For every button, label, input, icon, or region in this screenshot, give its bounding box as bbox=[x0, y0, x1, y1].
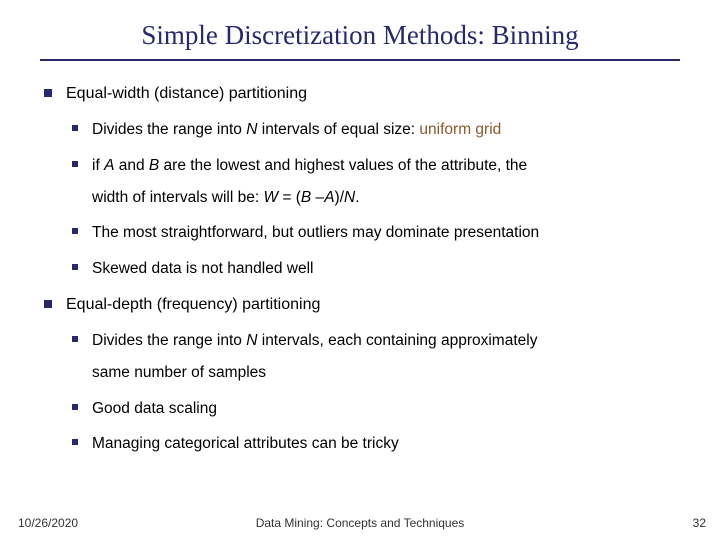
bullet-item: Good data scaling bbox=[66, 398, 680, 420]
section-heading: Equal-depth (frequency) partitioning bbox=[66, 296, 320, 313]
slide-content: Equal-width (distance) partitioning Divi… bbox=[40, 83, 680, 455]
bullet-item: if A and B are the lowest and highest va… bbox=[66, 155, 680, 208]
section-heading: Equal-width (distance) partitioning bbox=[66, 85, 307, 102]
continuation-line: width of intervals will be: W = (B –A)/N… bbox=[92, 187, 680, 209]
text: – bbox=[311, 189, 324, 206]
section-equal-width: Equal-width (distance) partitioning Divi… bbox=[40, 83, 680, 280]
italic-text: A bbox=[104, 157, 114, 174]
text: )/ bbox=[335, 189, 344, 206]
bullet-list-lvl1: Equal-width (distance) partitioning Divi… bbox=[40, 83, 680, 455]
text: intervals, each containing approximately bbox=[257, 332, 537, 349]
bullet-item: Skewed data is not handled well bbox=[66, 258, 680, 280]
text: if bbox=[92, 157, 104, 174]
footer-center: Data Mining: Concepts and Techniques bbox=[0, 516, 720, 530]
bullet-item: Managing categorical attributes can be t… bbox=[66, 433, 680, 455]
text: Divides the range into bbox=[92, 121, 246, 138]
bullet-item: The most straightforward, but outliers m… bbox=[66, 222, 680, 244]
italic-text: W bbox=[263, 189, 278, 206]
italic-text: A bbox=[324, 189, 334, 206]
italic-text: N bbox=[344, 189, 355, 206]
text: . bbox=[355, 189, 359, 206]
text: are the lowest and highest values of the… bbox=[159, 157, 527, 174]
italic-text: N bbox=[246, 121, 257, 138]
bullet-item: Divides the range into N intervals, each… bbox=[66, 330, 680, 383]
slide: Simple Discretization Methods: Binning E… bbox=[0, 0, 720, 540]
italic-text: N bbox=[246, 332, 257, 349]
text: width of intervals will be: bbox=[92, 189, 263, 206]
footer-page-number: 32 bbox=[693, 516, 706, 530]
italic-text: B bbox=[301, 189, 311, 206]
highlight-text: uniform grid bbox=[419, 121, 501, 138]
text: Divides the range into bbox=[92, 332, 246, 349]
text: intervals of equal size: bbox=[257, 121, 419, 138]
text: and bbox=[114, 157, 148, 174]
bullet-list-lvl2: Divides the range into N intervals of eq… bbox=[66, 119, 680, 279]
text: = ( bbox=[278, 189, 301, 206]
continuation-line: same number of samples bbox=[92, 362, 680, 384]
bullet-item: Divides the range into N intervals of eq… bbox=[66, 119, 680, 141]
italic-text: B bbox=[149, 157, 159, 174]
bullet-list-lvl2: Divides the range into N intervals, each… bbox=[66, 330, 680, 455]
title-underline bbox=[40, 59, 680, 61]
slide-title: Simple Discretization Methods: Binning bbox=[40, 20, 680, 51]
section-equal-depth: Equal-depth (frequency) partitioning Div… bbox=[40, 294, 680, 455]
